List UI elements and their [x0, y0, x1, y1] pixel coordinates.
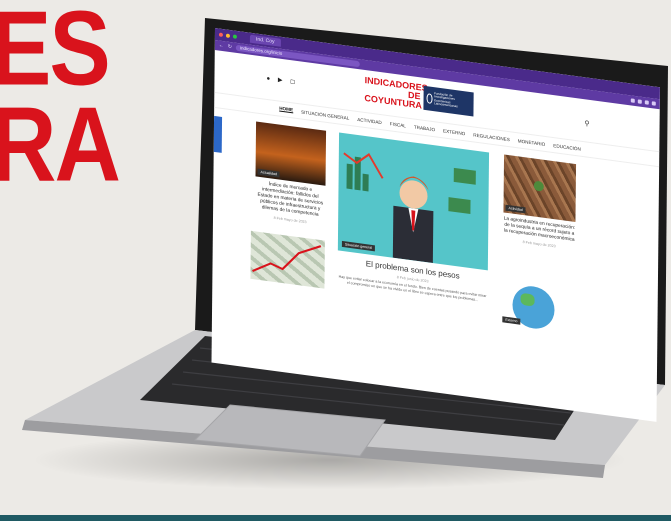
post-card-left-top[interactable]: Actualidad Índice de mercado e intermedi…	[255, 121, 327, 226]
post-thumbnail-dry-soil: Actividad	[503, 154, 577, 223]
social-links: ● ▶ ◻	[267, 75, 299, 86]
nav-item-fiscal[interactable]: FISCAL	[390, 121, 406, 128]
logo-wordmark: INDICADORES DE COYUNTURA	[364, 75, 427, 111]
nav-item-regulaciones[interactable]: REGULACIONES	[473, 132, 510, 142]
red-trend-line	[252, 245, 322, 272]
illustration-man	[343, 152, 476, 264]
back-arrow-icon[interactable]: ←	[219, 43, 224, 50]
extension-icon[interactable]	[630, 98, 635, 103]
maximize-dot-icon[interactable]	[232, 34, 237, 39]
category-badge: Actualidad	[257, 168, 280, 178]
extension-icon[interactable]	[644, 100, 649, 105]
share-bar[interactable]	[213, 115, 223, 153]
nav-item-trabajo[interactable]: TRABAJO	[414, 124, 435, 132]
post-thumbnail-globe-trade: Externo	[500, 274, 575, 334]
nav-item-actividad[interactable]: ACTIVIDAD	[357, 116, 382, 124]
post-thumbnail-power-lines: Actualidad	[255, 121, 327, 186]
reload-icon[interactable]: ↻	[228, 44, 232, 51]
search-icon[interactable]: ⚲	[584, 119, 589, 128]
nav-item-home[interactable]: HOME	[279, 105, 294, 114]
nav-item-situacion-general[interactable]: SITUACIÓN GENERAL	[301, 109, 349, 120]
post-thumbnail-money-chart	[250, 230, 325, 289]
nav-item-educacion[interactable]: EDUCACIÓN	[553, 143, 581, 152]
post-card-right-top[interactable]: Actividad La agroindustria en recuperaci…	[503, 154, 577, 251]
continent-icon	[520, 292, 535, 307]
close-dot-icon[interactable]	[218, 32, 223, 38]
site-logo[interactable]: INDICADORES DE COYUNTURA Fundación de In…	[364, 75, 474, 117]
extension-icon[interactable]	[637, 99, 642, 104]
logo-subtitle: Fundación de Investigaciones Económicas …	[434, 90, 458, 109]
post-card-right-bottom[interactable]: Externo	[500, 274, 575, 334]
post-card-left-bottom[interactable]	[250, 230, 325, 289]
post-thumbnail-worried-man: Situación general	[337, 132, 490, 271]
youtube-icon[interactable]: ▶	[278, 77, 286, 84]
seal-icon	[426, 92, 433, 104]
twitter-icon[interactable]: ●	[267, 76, 274, 83]
post-card-main[interactable]: Situación general El problema son los pe…	[337, 132, 490, 305]
instagram-icon[interactable]: ◻	[290, 79, 298, 86]
minimize-dot-icon[interactable]	[225, 33, 230, 38]
nav-item-monetario[interactable]: MONETARIO	[518, 138, 546, 147]
extension-icons	[630, 98, 656, 106]
nav-item-externo[interactable]: EXTERNO	[443, 128, 465, 136]
category-badge: Actividad	[505, 204, 526, 214]
fiel-logo-box: Fundación de Investigaciones Económicas …	[423, 85, 474, 116]
laptop-screen: Ind. Coy ← ↻ indicadores.org/inicio ● ▶ …	[211, 28, 660, 422]
category-badge: Externo	[502, 316, 521, 325]
profile-icon[interactable]	[651, 101, 656, 106]
sprout-icon	[533, 180, 544, 192]
footer-strip	[0, 515, 671, 521]
